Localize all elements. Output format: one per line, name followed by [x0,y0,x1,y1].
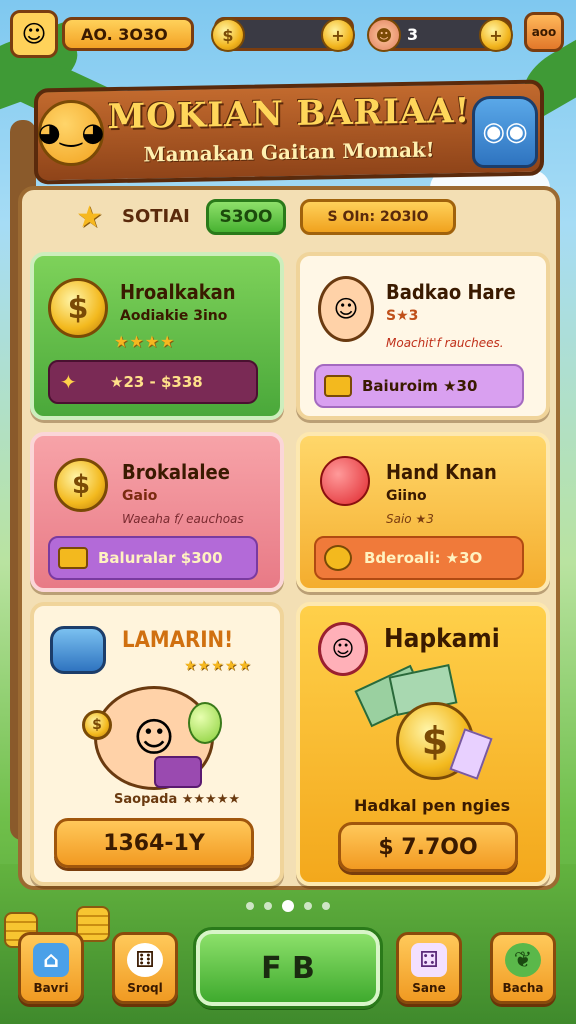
add-energy-icon[interactable]: + [479,18,513,52]
gold-bar-icon [324,375,352,397]
lock-icon [324,545,352,571]
card-title: Hand Knan [386,460,497,484]
offer-card-4[interactable]: Hand Knan Giino Saio ★3 Bderoali: ★3O [296,432,550,592]
card-price-bar[interactable]: Baluralar $300 [48,536,258,580]
title-banner: MOKIAN BARIAA! Mamakan Gaitan Momak! [34,79,544,185]
leaf-icon: ❦ [505,943,541,977]
card-price-label: Baiuroim ★30 [362,377,478,395]
panel-header-label: SOTIAI [122,206,190,227]
progress-bar: $ + [211,17,355,52]
page-dot[interactable] [264,902,272,910]
card-subtitle: Gaio [122,488,158,504]
offer-card-6[interactable]: ☺ Hapkami $ Hadkal pen ngies $ 7.7OO [296,602,550,886]
card-title: Hroalkakan [120,280,236,304]
coins-counter: AO. 3O3O [62,17,194,51]
mascot-left-icon: ◕‿◕ [38,100,104,166]
card-price-label: Bderoali: ★3O [364,549,483,567]
coin-icon: $ [48,278,108,338]
rating-stars: ★★★★★ [184,658,252,674]
buy-button-label: $ 7.7OO [378,834,478,860]
offer-card-2[interactable]: ☺ Badkao Hare S★3 Moachit'f rauchees. Ba… [296,252,550,420]
boy-character-icon: ☺ [318,276,374,342]
coin-icon: $ [54,458,108,512]
wallet-icon [154,756,202,788]
balloon-icon [188,702,222,744]
star-icon: ★ [76,200,103,235]
card-price-bar[interactable]: Baiuroim ★30 [314,364,524,408]
nav-label: Sane [412,981,446,995]
sparkle-icon: ✦ [60,370,77,394]
card-price-label: ★23 - $338 [110,373,203,391]
add-coin-icon[interactable]: + [321,18,355,52]
balloon-icon [320,456,370,506]
card-title: Brokalalee [122,460,230,484]
page-indicator [0,900,576,912]
card-6-buy-button[interactable]: $ 7.7OO [338,822,518,872]
rating-stars: ★★★★ [114,332,176,351]
panel-green-badge[interactable]: S3OO [206,199,286,235]
menu-button-label: aoo [531,25,557,39]
panel-gold-badge[interactable]: S OIn: 2O3IO [300,199,456,235]
energy-value: 3 [407,24,419,44]
card-description: Moachit'f rauchees. [386,336,504,350]
player-avatar[interactable]: ☺ [10,10,58,58]
play-button[interactable]: F B [193,927,383,1009]
page-dot-active[interactable] [282,900,294,912]
coin-icon: $ [211,18,245,52]
banner-title: MOKIAN BARIAA! [107,90,471,138]
energy-counter: ☻ 3 + [367,17,513,52]
card-description: Waeaha f/ eauchoas [122,512,244,526]
phone-icon [50,626,106,674]
card-description: Saio ★3 [386,512,434,526]
card-5-buy-button[interactable]: 1364-1Y [54,818,254,868]
nav-dice-button[interactable]: ⚅ Sroql [112,932,178,1004]
play-button-label: F B [261,950,315,986]
card-subtitle: Giino [386,488,427,504]
card-title: LAMARIN! [122,628,234,653]
buy-button-label: 1364-1Y [103,830,205,856]
menu-button[interactable]: aoo [524,12,564,52]
card-price-bar[interactable]: ✦ ★23 - $338 [48,360,258,404]
offer-card-1[interactable]: $ Hroalkakan Aodiakie 3ino ★★★★ ✦ ★23 - … [30,252,284,420]
card-subtitle: Aodiakie 3ino [120,308,228,324]
card-price-bar[interactable]: Bderoali: ★3O [314,536,524,580]
card-price-label: Baluralar $300 [98,549,223,567]
card-title: Badkao Hare [386,280,516,304]
coin-icon: $ [82,710,112,740]
card-subtitle: S★3 [386,308,419,324]
character-icon: ☻ [367,18,401,52]
card-title: Hapkami [384,624,500,654]
nav-home-button[interactable]: ⌂ Bavri [18,932,84,1004]
page-dot[interactable] [322,902,330,910]
cube-icon: ⚃ [411,943,447,977]
offer-card-5[interactable]: LAMARIN! ★★★★★ ☺ $ Saopada ★★★★★ 1364-1Y [30,602,284,886]
card-caption: Hadkal pen ngies [354,796,511,815]
nav-label: Bavri [33,981,69,995]
nav-label: Bacha [502,981,544,995]
robot-mascot-icon: ◉◉ [472,96,538,168]
girl-character-icon: ☺ [318,622,368,676]
page-dot[interactable] [304,902,312,910]
card-caption: Saopada ★★★★★ [114,792,241,807]
page-dot[interactable] [246,902,254,910]
top-bar: ☺ AO. 3O3O $ + ☻ 3 + aoo [0,10,576,58]
dice-icon: ⚅ [127,943,163,977]
coins-counter-label: AO. 3O3O [81,24,168,44]
nav-leaf-button[interactable]: ❦ Bacha [490,932,556,1004]
home-icon: ⌂ [33,943,69,977]
gold-bar-icon [58,547,88,569]
nav-cube-button[interactable]: ⚃ Sane [396,932,462,1004]
nav-label: Sroql [127,981,163,995]
offer-card-3[interactable]: $ Brokalalee Gaio Waeaha f/ eauchoas Bal… [30,432,284,592]
banner-subtitle: Mamakan Gaitan Momak! [143,137,435,167]
